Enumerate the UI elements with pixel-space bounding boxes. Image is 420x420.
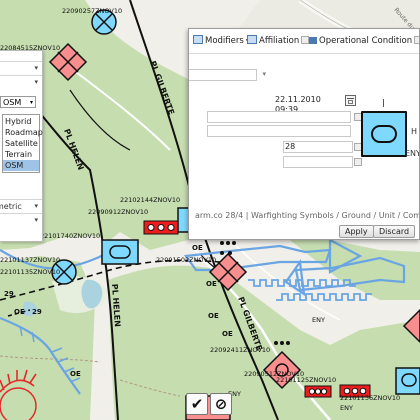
unit-label: 22101136ZNOV10 — [340, 394, 400, 402]
echelon-marker — [143, 220, 179, 235]
echelon-label: ENY — [340, 404, 353, 412]
layer-option-satellite[interactable]: Satellite — [3, 138, 39, 149]
boundary-label: OE — [222, 330, 233, 338]
boundary-label: OE — [208, 312, 219, 320]
chevron-down-icon: ▾ — [34, 202, 38, 210]
chevron-down-icon: ▾ — [34, 78, 38, 86]
unit-label: 22090912ZNOV10 — [88, 208, 148, 216]
symbol-preview — [361, 111, 407, 157]
unit-label: 22101135ZNOV10 — [0, 268, 60, 276]
chevron-down-icon: ▾ — [262, 70, 266, 78]
forbidden-icon: ⊘ — [214, 395, 228, 413]
operational-condition-icon — [309, 37, 317, 44]
unit-label: 22101125ZNOV10 — [276, 376, 336, 384]
symbol-side-letter: ENY — [405, 149, 420, 158]
tab-modifiers-label: Modifiers — [205, 36, 244, 46]
help-icon[interactable] — [414, 36, 419, 44]
boundary-label: 29 — [32, 308, 42, 316]
base-layer-select[interactable]: OSM ▾ — [0, 96, 36, 108]
echelon-marker — [304, 385, 332, 398]
tab-affiliation[interactable]: Affiliation▼ — [247, 35, 316, 48]
tab-operational-condition[interactable]: Operational Condition▼ — [309, 35, 419, 48]
unit-label: 22092411ZNOV10 — [210, 346, 270, 354]
quantity-field[interactable]: 28 — [283, 142, 353, 154]
editor-tab-bar: Modifiers▼ Affiliation▼ Operational Cond… — [189, 29, 419, 54]
base-layer-selected: OSM — [3, 98, 22, 107]
panel-collapse-row[interactable]: ▾ — [0, 75, 42, 89]
unit-label: 22101137ZNOV10 — [0, 256, 60, 264]
projection-row[interactable]: metric ▾ — [0, 199, 42, 213]
affiliation-icon — [247, 35, 257, 44]
base-layer-dropdown: Hybrid Roadmap Satellite Terrain OSM — [2, 114, 43, 173]
layer-option-hybrid[interactable]: Hybrid — [3, 116, 39, 127]
boundary-label: OE — [14, 308, 25, 316]
panel-collapse-row[interactable]: ▾ — [0, 213, 42, 227]
layer-option-osm[interactable]: OSM — [3, 160, 39, 171]
friendly-unit-symbol[interactable] — [395, 367, 420, 395]
unit-label: 22101740ZNOV10 — [40, 232, 100, 240]
modifiers-icon — [193, 35, 203, 44]
symbol-editor-dialog: Modifiers▼ Affiliation▼ Operational Cond… — [188, 28, 420, 240]
boundary-label: OE — [70, 370, 81, 378]
boundary-label: OE — [192, 244, 203, 252]
modifier-field[interactable] — [283, 156, 353, 168]
modifier-field[interactable]: ▾ — [189, 69, 266, 81]
unit-label: 22091502ZNOV10 — [156, 256, 216, 264]
layer-option-terrain[interactable]: Terrain — [3, 149, 39, 160]
chevron-down-icon: ▾ — [29, 99, 33, 106]
modifier-field[interactable] — [207, 125, 351, 137]
quantity-value: 28 — [285, 142, 296, 151]
projection-label: metric — [0, 202, 22, 211]
chevron-down-icon: ▾ — [34, 64, 38, 72]
symbol-side-letter: H — [411, 127, 418, 136]
tab-operational-condition-label: Operational Condition — [319, 36, 413, 46]
unit-label: 22102144ZNOV10 — [120, 196, 180, 204]
apply-button[interactable]: Apply — [339, 225, 374, 238]
armor-oval-icon — [371, 125, 397, 143]
calendar-icon[interactable] — [345, 95, 356, 106]
tab-affiliation-label: Affiliation — [259, 36, 300, 46]
unit-label: 22090257ZNOV10 — [62, 7, 122, 15]
symbol-preview-tick — [383, 99, 384, 107]
friendly-unit-symbol[interactable] — [101, 239, 139, 265]
chevron-down-icon: ▾ — [34, 216, 38, 224]
cancel-button[interactable]: ⊘ — [210, 393, 232, 415]
boundary-label: 29 — [4, 290, 14, 298]
modifier-field[interactable] — [207, 111, 351, 123]
confirm-button[interactable]: ✔ — [186, 393, 208, 415]
boundary-label: OE — [206, 280, 217, 288]
discard-button[interactable]: Discard — [373, 225, 416, 238]
echelon-label: ENY — [312, 316, 325, 324]
layer-option-roadmap[interactable]: Roadmap — [3, 127, 43, 138]
checkmark-icon: ✔ — [190, 395, 204, 413]
datetime-field[interactable]: 22.11.2010 09:39 — [273, 95, 343, 114]
help-icon[interactable] — [354, 158, 362, 166]
panel-collapse-row[interactable]: ▾ — [0, 61, 42, 75]
symbol-path-status: arm.co 28/4 | Warfighting Symbols / Grou… — [195, 211, 420, 220]
tab-modifiers[interactable]: Modifiers▼ — [193, 35, 250, 48]
